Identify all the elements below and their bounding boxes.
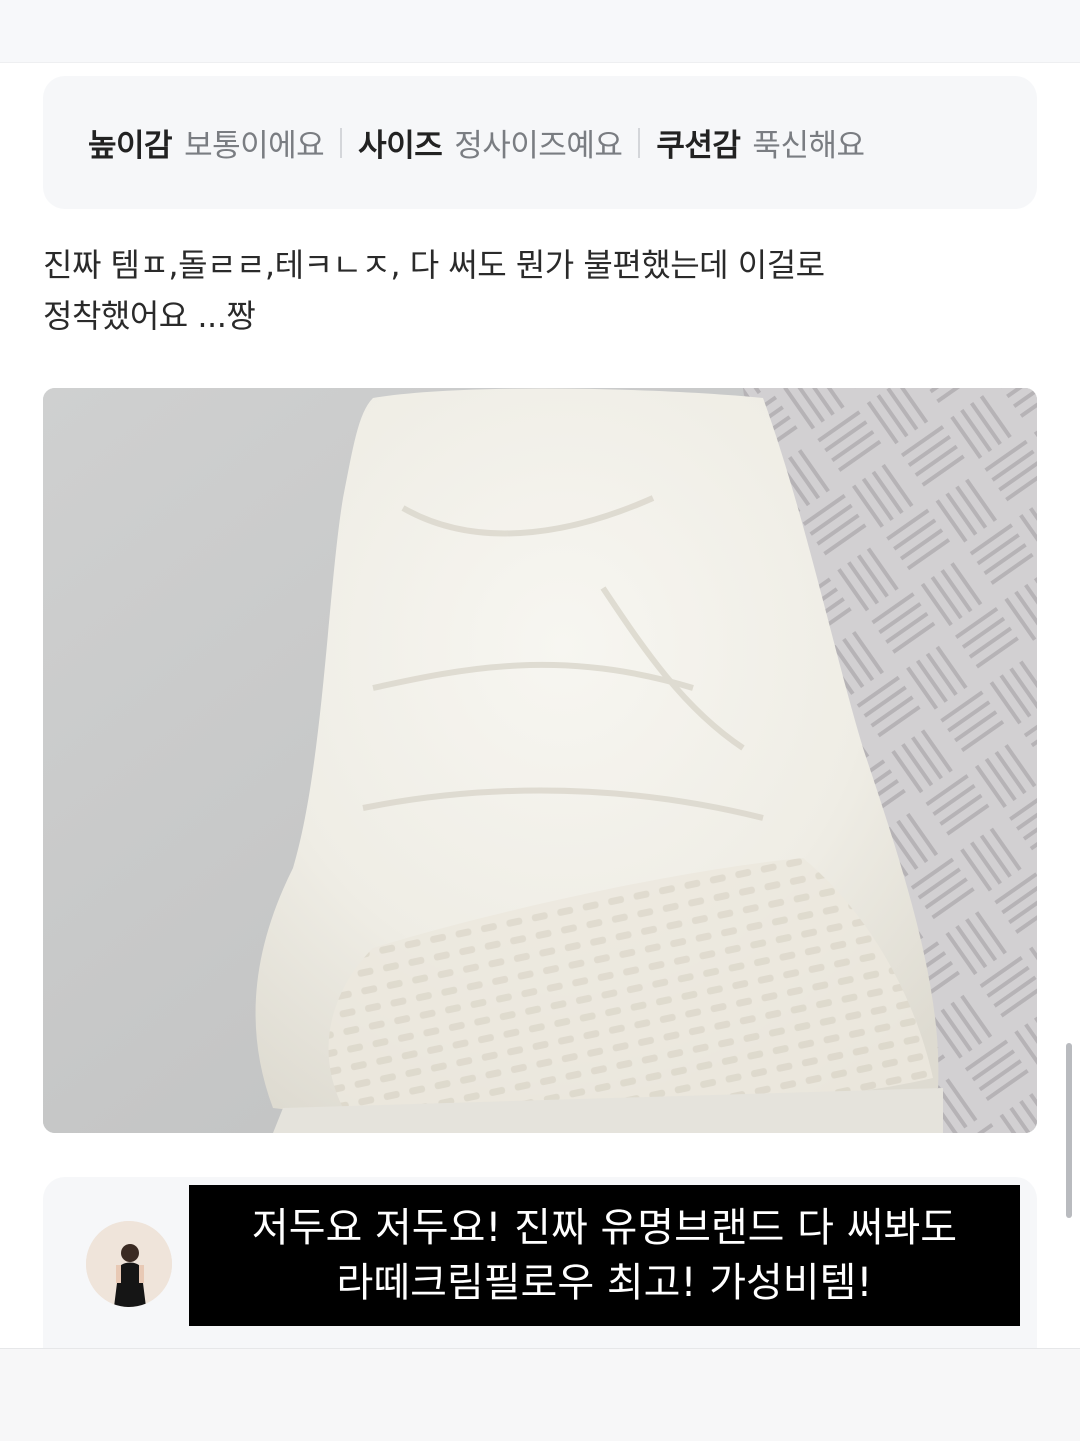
- rating-divider: [638, 127, 641, 158]
- caption-line: 라떼크림필로우 최고! 가성비템!: [336, 1259, 873, 1306]
- rating-label: 높이감: [88, 128, 173, 164]
- review-body-text: 진짜 템ㅍ,돌ㄹㄹ,테ㅋㄴㅈ, 다 써도 뭔가 불편했는데 이걸로 정착했어요 …: [43, 240, 1037, 342]
- top-header-strip: [0, 0, 1080, 63]
- review-line: 정착했어요 ...짱: [43, 297, 256, 335]
- caption-line: 저두요 저두요! 진짜 유명브랜드 다 써봐도: [251, 1204, 958, 1251]
- rating-divider: [340, 127, 343, 158]
- reply-caption: 저두요 저두요! 진짜 유명브랜드 다 써봐도 라떼크림필로우 최고! 가성비템…: [189, 1185, 1020, 1326]
- rating-cushion: 쿠션감 푹신해요: [656, 120, 865, 165]
- rating-height: 높이감 보통이에요: [88, 120, 325, 165]
- rating-value: 보통이에요: [184, 128, 325, 164]
- review-photo[interactable]: [43, 388, 1037, 1133]
- rating-value: 푹신해요: [752, 128, 865, 164]
- scrollbar-thumb[interactable]: [1066, 1043, 1072, 1218]
- review-line: 진짜 템ㅍ,돌ㄹㄹ,테ㅋㄴㅈ, 다 써도 뭔가 불편했는데 이걸로: [43, 246, 825, 284]
- rating-label: 쿠션감: [656, 128, 741, 164]
- rating-value: 정사이즈예요: [454, 128, 623, 164]
- pillow-photo-image: [43, 388, 1037, 1133]
- avatar[interactable]: [86, 1221, 172, 1307]
- rating-label: 사이즈: [358, 128, 443, 164]
- bottom-bar: [0, 1348, 1080, 1441]
- rating-summary-card: 높이감 보통이에요 사이즈 정사이즈예요 쿠션감 푹신해요: [43, 76, 1037, 209]
- user-avatar-image: [86, 1221, 172, 1307]
- rating-size: 사이즈 정사이즈예요: [358, 120, 623, 165]
